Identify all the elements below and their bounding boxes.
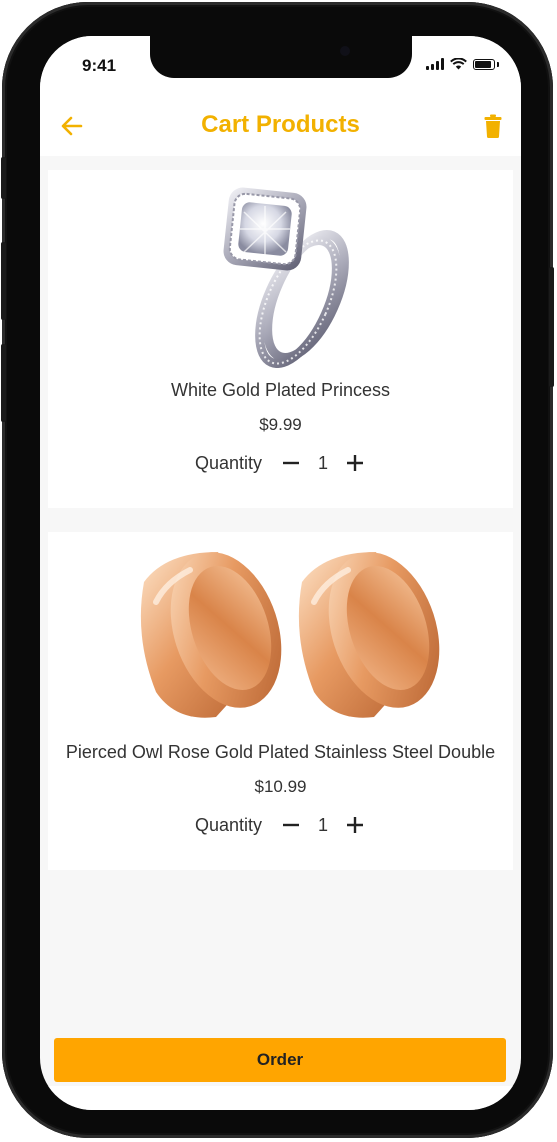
- battery-tip: [497, 62, 499, 67]
- volume-down-button: [1, 344, 6, 422]
- app-screen: 9:41 Cart Products White Gold Plated Pri…: [40, 36, 521, 1110]
- product-name: Pierced Owl Rose Gold Plated Stainless S…: [65, 742, 496, 762]
- front-camera: [340, 46, 350, 56]
- wifi-icon: [450, 58, 467, 70]
- decrement-button[interactable]: [280, 452, 302, 474]
- delete-cart-button[interactable]: [481, 112, 505, 140]
- battery-icon: [473, 59, 495, 70]
- product-price: $10.99: [254, 777, 307, 796]
- ear-plugs-product-image: [140, 552, 439, 718]
- minus-icon: [283, 461, 300, 465]
- status-icons: [426, 58, 499, 70]
- bottom-safe-area: [40, 1086, 521, 1110]
- quantity-stepper: Quantity 1: [48, 814, 513, 836]
- product-name: White Gold Plated Princess: [170, 380, 391, 400]
- cart-product-list: White Gold Plated Princess $9.99 Quantit…: [48, 170, 513, 894]
- quantity-label: Quantity: [194, 814, 263, 835]
- quantity-stepper: Quantity 1: [48, 452, 513, 474]
- plus-icon: [347, 455, 364, 471]
- cellular-signal-icon: [426, 58, 444, 70]
- ring-product-image: [223, 187, 349, 368]
- quantity-value: 1: [318, 814, 329, 835]
- quantity-value: 1: [318, 452, 329, 473]
- quantity-label: Quantity: [194, 452, 263, 473]
- back-button[interactable]: [58, 112, 86, 140]
- app-header: Cart Products: [40, 98, 521, 156]
- status-time: 9:41: [82, 56, 117, 75]
- silent-switch: [1, 157, 6, 199]
- product-image: [48, 178, 513, 368]
- increment-button[interactable]: [344, 452, 366, 474]
- volume-up-button: [1, 242, 6, 320]
- trash-icon: [484, 114, 502, 138]
- device-notch: [150, 36, 412, 78]
- cart-item: Pierced Owl Rose Gold Plated Stainless S…: [48, 532, 513, 870]
- order-button[interactable]: Order: [54, 1038, 506, 1082]
- minus-icon: [283, 823, 300, 827]
- increment-button[interactable]: [344, 814, 366, 836]
- arrow-left-icon: [61, 116, 83, 136]
- product-price: $9.99: [259, 415, 302, 434]
- decrement-button[interactable]: [280, 814, 302, 836]
- plus-icon: [347, 817, 364, 833]
- product-image: [48, 536, 513, 726]
- phone-frame: 9:41 Cart Products White Gold Plated Pri…: [1, 2, 554, 1138]
- power-button: [549, 267, 554, 387]
- cart-item: White Gold Plated Princess $9.99 Quantit…: [48, 170, 513, 508]
- page-title: Cart Products: [201, 111, 360, 138]
